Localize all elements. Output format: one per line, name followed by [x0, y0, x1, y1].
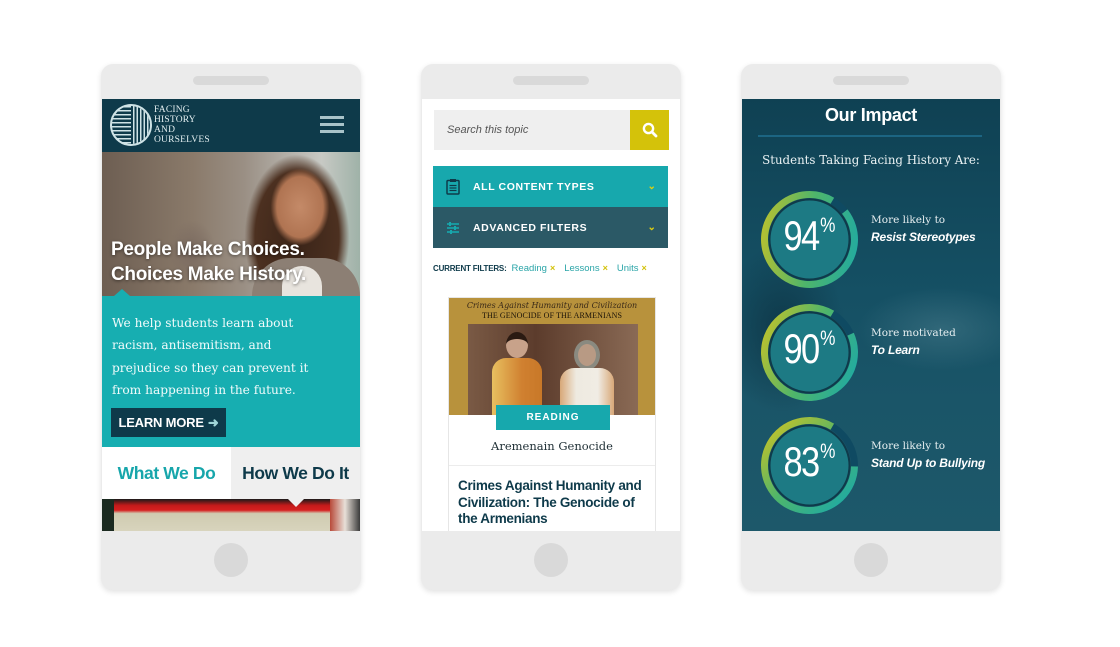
hero-title: People Make Choices. Choices Make Histor…	[111, 237, 306, 287]
section-tabs: What We Do How We Do It	[102, 447, 360, 499]
phone-speaker	[513, 76, 589, 85]
logo-line: HISTORY	[154, 115, 196, 125]
filter-chip-label: Units	[616, 263, 639, 274]
card-title[interactable]: Crimes Against Humanity and Civilization…	[458, 478, 648, 528]
filter-chip-label: Reading	[511, 263, 547, 274]
stat-description: More likely to Stand Up to Bullying	[871, 440, 985, 470]
phone-home-button	[214, 543, 248, 577]
arrow-right-icon: ➜	[207, 414, 219, 430]
filter-chip-reading[interactable]: Reading ×	[512, 263, 556, 274]
phone-speaker	[193, 76, 269, 85]
stat-value: 94%	[768, 209, 851, 263]
search-icon	[642, 122, 657, 138]
painting-figure	[560, 340, 614, 415]
cover-painting	[468, 324, 638, 415]
intro-panel: We help students learn about racism, ant…	[102, 296, 360, 447]
clipboard-icon	[446, 179, 460, 195]
hero-notch	[114, 289, 130, 296]
tab-how-we-do-it[interactable]: How We Do It	[231, 447, 360, 499]
content-type-badge: READING	[496, 405, 610, 430]
phone-home-button	[854, 543, 888, 577]
chevron-down-icon: ⌄	[647, 181, 657, 192]
search-input[interactable]	[434, 110, 630, 150]
tab-indicator	[288, 499, 304, 507]
stat-number: 83	[783, 438, 821, 485]
learn-more-label: LEARN MORE	[118, 415, 204, 430]
phone-mockup-search: ALL CONTENT TYPES ⌄ ADVANCED FILTERS ⌄ C…	[421, 64, 681, 590]
remove-filter-icon[interactable]: ×	[642, 263, 647, 273]
impact-title: Our Impact	[824, 105, 918, 125]
logo-wordmark[interactable]: FACING HISTORY AND OURSELVES	[154, 105, 210, 145]
title-divider	[758, 135, 982, 137]
hero-image: People Make Choices. Choices Make Histor…	[102, 152, 360, 296]
site-header: FACING HISTORY AND OURSELVES	[102, 99, 360, 152]
phone-screen-impact: Our Impact Students Taking Facing Histor…	[742, 99, 1000, 531]
logo-line: AND	[154, 125, 176, 135]
sliders-icon	[447, 221, 459, 234]
phone-screen-home: FACING HISTORY AND OURSELVES People Make…	[102, 99, 360, 531]
filter-chip-label: Lessons	[564, 263, 600, 274]
chevron-down-icon: ⌄	[647, 222, 657, 233]
resource-card[interactable]: Crimes Against Humanity and Civilization…	[448, 297, 656, 531]
filter-label: ADVANCED FILTERS	[473, 221, 588, 234]
impact-subtitle: Students Taking Facing History Are:	[762, 153, 980, 167]
filter-chip-lessons[interactable]: Lessons ×	[564, 263, 608, 274]
search-bar	[434, 110, 669, 150]
learn-more-button[interactable]: LEARN MORE ➜	[111, 408, 226, 437]
card-divider	[449, 465, 655, 466]
stat-value: 90%	[768, 322, 851, 376]
stat-emphasis: Stand Up to Bullying	[871, 456, 985, 470]
stat-lead: More likely to	[871, 214, 946, 226]
phone-mockup-impact: Our Impact Students Taking Facing Histor…	[741, 64, 1001, 590]
current-filters-label: CURRENT FILTERS:	[433, 264, 507, 273]
stat-emphasis: To Learn	[871, 343, 920, 357]
filter-label: ALL CONTENT TYPES	[473, 180, 595, 193]
stat-number: 94	[783, 212, 821, 259]
phone-screen-search: ALL CONTENT TYPES ⌄ ADVANCED FILTERS ⌄ C…	[422, 99, 680, 531]
phone-mockup-home: FACING HISTORY AND OURSELVES People Make…	[101, 64, 361, 590]
filter-all-content-types[interactable]: ALL CONTENT TYPES ⌄	[433, 166, 668, 207]
intro-text: We help students learn about racism, ant…	[112, 316, 309, 397]
filter-chip-units[interactable]: Units ×	[617, 263, 647, 274]
phone-home-button	[534, 543, 568, 577]
resource-cover-image: Crimes Against Humanity and Civilization…	[449, 298, 655, 415]
logo-line: OURSELVES	[154, 135, 210, 145]
logo-globe-icon[interactable]	[110, 104, 152, 146]
hero-title-line: Choices Make History.	[111, 264, 307, 285]
stat-description: More motivated To Learn	[871, 327, 956, 357]
current-filters: CURRENT FILTERS: Reading × Lessons × Uni…	[433, 263, 656, 274]
hero-title-line: People Make Choices.	[111, 239, 305, 260]
stat-emphasis: Resist Stereotypes	[871, 230, 976, 244]
phone-speaker	[833, 76, 909, 85]
card-topic[interactable]: Aremenain Genocide	[449, 439, 655, 453]
painting-figure	[492, 332, 542, 415]
stat-lead: More likely to	[871, 440, 946, 452]
remove-filter-icon[interactable]: ×	[550, 263, 555, 273]
stat-unit: %	[820, 440, 836, 463]
stat-unit: %	[820, 214, 836, 237]
remove-filter-icon[interactable]: ×	[603, 263, 608, 273]
tab-what-we-do[interactable]: What We Do	[102, 447, 231, 499]
stat-description: More likely to Resist Stereotypes	[871, 214, 976, 244]
stat-unit: %	[820, 327, 836, 350]
stat-value: 83%	[768, 435, 851, 489]
cover-caps-title: THE GENOCIDE OF THE ARMENIANS	[481, 311, 623, 320]
impact-stat: 90% More motivated To Learn	[759, 302, 999, 404]
section-image	[102, 499, 360, 531]
logo-line: FACING	[154, 105, 190, 115]
stat-number: 90	[783, 325, 821, 372]
search-button[interactable]	[630, 110, 669, 150]
cover-script-title: Crimes Against Humanity and Civilization	[466, 301, 638, 310]
hamburger-menu-icon[interactable]	[320, 116, 344, 133]
stat-lead: More motivated	[871, 327, 956, 339]
impact-stat: 83% More likely to Stand Up to Bullying	[759, 415, 999, 517]
impact-stat: 94% More likely to Resist Stereotypes	[759, 189, 999, 291]
filter-advanced[interactable]: ADVANCED FILTERS ⌄	[433, 207, 668, 248]
